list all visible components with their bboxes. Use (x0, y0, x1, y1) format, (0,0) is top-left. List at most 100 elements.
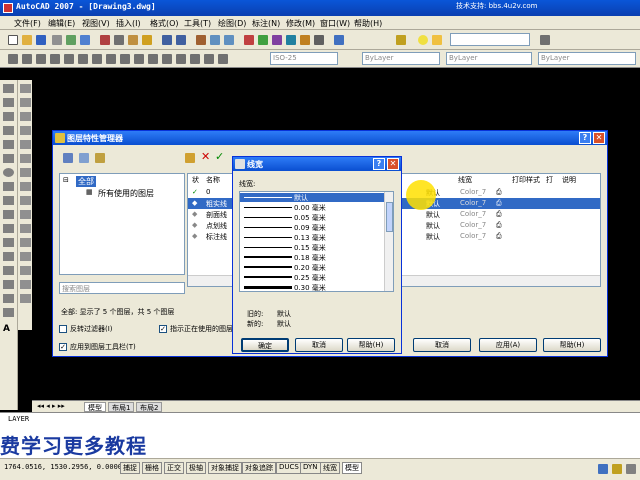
tab-nav-arrows[interactable]: ◂◂ ◂ ▸ ▸▸ (34, 402, 68, 412)
col-plotstyle[interactable]: 打印样式 (512, 175, 540, 185)
tree-root-all[interactable]: 全部 (76, 176, 96, 187)
clean-screen-icon[interactable] (626, 464, 636, 474)
list-item[interactable]: 0.15 毫米 (240, 243, 384, 252)
communication-center-icon[interactable] (598, 464, 608, 474)
pan-icon[interactable] (196, 35, 206, 45)
modify-break-icon[interactable] (20, 238, 31, 247)
lock-icon[interactable] (612, 464, 622, 474)
save-icon[interactable] (36, 35, 46, 45)
lineweight-scrollbar[interactable] (384, 192, 393, 291)
draw-insert-icon[interactable] (3, 224, 14, 233)
block-icon[interactable] (148, 54, 158, 64)
draw-point-icon[interactable] (3, 252, 14, 261)
new-group-filter-icon[interactable] (79, 153, 89, 163)
copy-icon[interactable] (114, 35, 124, 45)
layer-cancel-button[interactable]: 取消 (413, 338, 471, 352)
open-icon[interactable] (22, 35, 32, 45)
status-grid[interactable]: 栅格 (142, 462, 162, 474)
tab-layout2[interactable]: 布局2 (136, 402, 163, 412)
draw-ellipse-icon[interactable] (3, 210, 14, 219)
invert-filter-checkbox[interactable]: 反转过滤器(I) (59, 324, 113, 334)
menu-format[interactable]: 格式(O) (150, 18, 179, 29)
col-lineweight[interactable]: 线宽 (458, 175, 472, 185)
status-dyn[interactable]: DYN (300, 462, 321, 474)
delete-layer-icon[interactable]: ✕ (201, 150, 210, 163)
undo-icon[interactable] (162, 35, 172, 45)
list-item[interactable]: 0.09 毫米 (240, 223, 384, 232)
paste-icon[interactable] (128, 35, 138, 45)
layer-help-button[interactable]: 帮助(H) (543, 338, 601, 352)
draw-polygon-icon[interactable] (3, 126, 14, 135)
modify-offset-icon[interactable] (20, 126, 31, 135)
lineweight-help-icon[interactable]: ? (373, 158, 385, 170)
zoom-previous-icon[interactable] (224, 35, 234, 45)
list-item[interactable]: 0.20 毫米 (240, 263, 384, 272)
lineweight-combo[interactable]: ByLayer (538, 52, 636, 65)
ellipse-icon[interactable] (134, 54, 144, 64)
publish-icon[interactable] (80, 35, 90, 45)
properties-icon[interactable] (244, 35, 254, 45)
menu-window[interactable]: 窗口(W) (320, 18, 350, 29)
list-item[interactable]: 0.30 毫米 (240, 283, 384, 291)
calculator-icon[interactable] (314, 35, 324, 45)
tree-expand-icon[interactable]: ⊟ (63, 176, 69, 184)
plot-printer-icon[interactable]: ⎙ (496, 199, 502, 208)
modify-stretch-icon[interactable] (20, 196, 31, 205)
color-combo[interactable]: ByLayer (362, 52, 440, 65)
menu-edit[interactable]: 编辑(E) (48, 18, 75, 29)
layer-apply-button[interactable]: 应用(A) (479, 338, 537, 352)
menu-help[interactable]: 帮助(H) (354, 18, 382, 29)
set-current-icon[interactable]: ✓ (215, 150, 224, 163)
markup-icon[interactable] (300, 35, 310, 45)
polyline-icon[interactable] (36, 54, 46, 64)
plot-printer-icon[interactable]: ⎙ (496, 232, 502, 241)
draw-pline-icon[interactable] (3, 112, 14, 121)
draw-block-icon[interactable] (3, 238, 14, 247)
lineweight-scroll-thumb[interactable] (386, 202, 393, 232)
draw-hatch-icon[interactable] (3, 266, 14, 275)
draw-arc-icon[interactable] (3, 154, 14, 163)
lineweight-ok-button[interactable]: 确定 (241, 338, 289, 352)
modify-rotate-icon[interactable] (20, 168, 31, 177)
indicate-used-checkbox[interactable]: ✓ 指示正在使用的图层 (159, 324, 233, 334)
status-ortho[interactable]: 正交 (164, 462, 184, 474)
hatch-icon[interactable] (176, 54, 186, 64)
layer-manager-titlebar[interactable]: 图层特性管理器 ? ✕ (53, 131, 607, 145)
status-ducs[interactable]: DUCS (276, 462, 302, 474)
new-layer-icon[interactable] (185, 153, 195, 163)
design-center-icon[interactable] (258, 35, 268, 45)
plot-printer-icon[interactable]: ⎙ (496, 188, 502, 197)
layer-previous-icon[interactable] (540, 35, 550, 45)
draw-circle-icon[interactable] (3, 168, 14, 177)
layer-states-icon[interactable] (95, 153, 105, 163)
modify-chamfer-icon[interactable] (20, 266, 31, 275)
modify-mirror-icon[interactable] (20, 112, 31, 121)
rectangle-icon[interactable] (64, 54, 74, 64)
layer-state-icon[interactable] (396, 35, 406, 45)
modify-erase-icon[interactable] (20, 84, 31, 93)
draw-xline-icon[interactable] (3, 98, 14, 107)
lineweight-help-button[interactable]: 帮助(H) (347, 338, 395, 352)
plot-printer-icon[interactable]: ⎙ (496, 221, 502, 230)
region-icon[interactable] (190, 54, 200, 64)
mtext-icon[interactable] (218, 54, 228, 64)
draw-rect-icon[interactable] (3, 140, 14, 149)
draw-table-icon[interactable] (3, 308, 14, 317)
draw-spline-icon[interactable] (3, 196, 14, 205)
draw-line-icon[interactable] (3, 84, 14, 93)
tab-layout1[interactable]: 布局1 (108, 402, 135, 412)
cut-icon[interactable] (100, 35, 110, 45)
lineweight-titlebar[interactable]: 线宽 ? ✕ (233, 157, 401, 171)
status-snap[interactable]: 捕捉 (120, 462, 140, 474)
layer-lineweight[interactable]: 默认 (426, 232, 440, 242)
modify-scale-icon[interactable] (20, 182, 31, 191)
list-item[interactable]: 默认 (240, 193, 384, 202)
col-description[interactable]: 说明 (562, 175, 576, 185)
cloud-icon[interactable] (106, 54, 116, 64)
draw-region-icon[interactable] (3, 294, 14, 303)
coordinate-readout[interactable]: 1764.0516, 1530.2956, 0.0000 (4, 463, 122, 471)
spline-icon[interactable] (120, 54, 130, 64)
sheet-set-icon[interactable] (286, 35, 296, 45)
arc-icon[interactable] (78, 54, 88, 64)
draw-revcloud-icon[interactable] (3, 182, 14, 191)
